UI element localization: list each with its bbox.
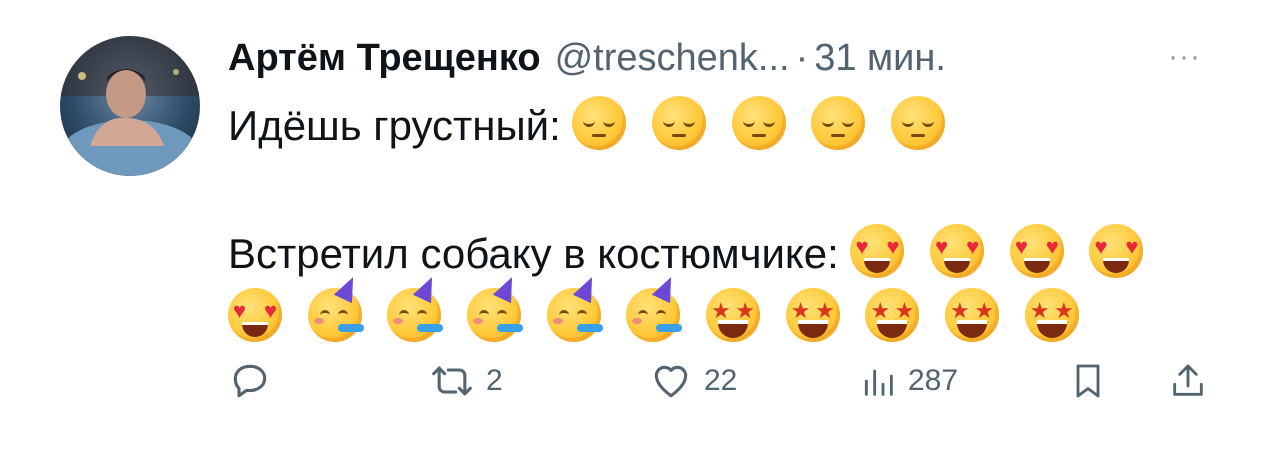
tweet-header: Артём Трещенко @treschenk... · 31 мин. <box>228 36 946 80</box>
heart-eyes-emoji-icon: ♥ ♥ <box>1009 224 1064 278</box>
tweet-line-1: Идёшь грустный: <box>228 94 1228 158</box>
tweet-line-4: ♥ ♥ ★ ★ ★ ★ ★ ★ ★ ★ ★ ★ <box>228 272 1228 350</box>
pensive-emoji-icon <box>811 96 866 150</box>
views-bar-chart-icon <box>858 359 898 403</box>
pensive-emoji-icon <box>572 96 627 150</box>
ellipsis-icon[interactable]: ··· <box>1168 40 1201 74</box>
partying-face-emoji-icon <box>626 272 683 342</box>
tweet-timestamp[interactable]: 31 мин. <box>814 36 946 80</box>
pensive-emoji-icon <box>731 96 786 150</box>
views-count: 287 <box>908 364 959 397</box>
partying-face-emoji-icon <box>546 272 603 342</box>
retweet-icon <box>428 359 476 403</box>
tweet-line-2 <box>228 158 1228 222</box>
pensive-emoji-icon <box>891 96 946 150</box>
tweet-line-3: Встретил собаку в костюмчике: ♥ ♥ ♥ ♥ ♥ ♥ ♥… <box>228 222 1228 286</box>
star-struck-emoji-icon: ★ ★ <box>706 288 761 342</box>
star-struck-emoji-icon: ★ ★ <box>865 288 920 342</box>
tweet-line-text: Встретил собаку в костюмчике: <box>228 230 839 277</box>
author-handle[interactable]: @treschenk... <box>555 36 790 80</box>
heart-eyes-emoji-icon: ♥ ♥ <box>228 288 282 342</box>
views-button[interactable]: 287 <box>858 354 958 408</box>
share-upload-icon <box>1168 359 1208 403</box>
like-count: 22 <box>704 364 738 397</box>
partying-face-emoji-icon <box>467 272 524 342</box>
heart-icon <box>648 359 694 403</box>
heart-eyes-emoji-icon: ♥ ♥ <box>1089 224 1144 278</box>
bookmark-button[interactable] <box>1068 354 1108 408</box>
bookmark-icon <box>1068 359 1108 403</box>
pensive-emoji-icon <box>652 96 707 150</box>
reply-icon <box>228 359 272 403</box>
tweet-text: Идёшь грустный: Встретил собаку в костюм… <box>228 94 1228 350</box>
star-struck-emoji-icon: ★ ★ <box>945 288 1000 342</box>
author-name[interactable]: Артём Трещенко <box>228 36 541 80</box>
separator-dot: · <box>795 37 809 79</box>
author-avatar[interactable] <box>60 36 200 176</box>
tweet-line-text: Идёшь грустный: <box>228 102 573 149</box>
heart-eyes-emoji-icon: ♥ ♥ <box>930 224 985 278</box>
share-button[interactable] <box>1168 354 1208 408</box>
star-struck-emoji-icon: ★ ★ <box>1024 288 1079 342</box>
tweet-actions-bar: 2 22 287 <box>228 354 1228 408</box>
retweet-button[interactable]: 2 <box>428 354 503 408</box>
reply-button[interactable] <box>228 354 272 408</box>
heart-eyes-emoji-icon: ♥ ♥ <box>850 224 905 278</box>
like-button[interactable]: 22 <box>648 354 737 408</box>
star-struck-emoji-icon: ★ ★ <box>785 288 840 342</box>
partying-face-emoji-icon <box>387 272 444 342</box>
partying-face-emoji-icon <box>307 272 364 342</box>
retweet-count: 2 <box>486 364 503 397</box>
